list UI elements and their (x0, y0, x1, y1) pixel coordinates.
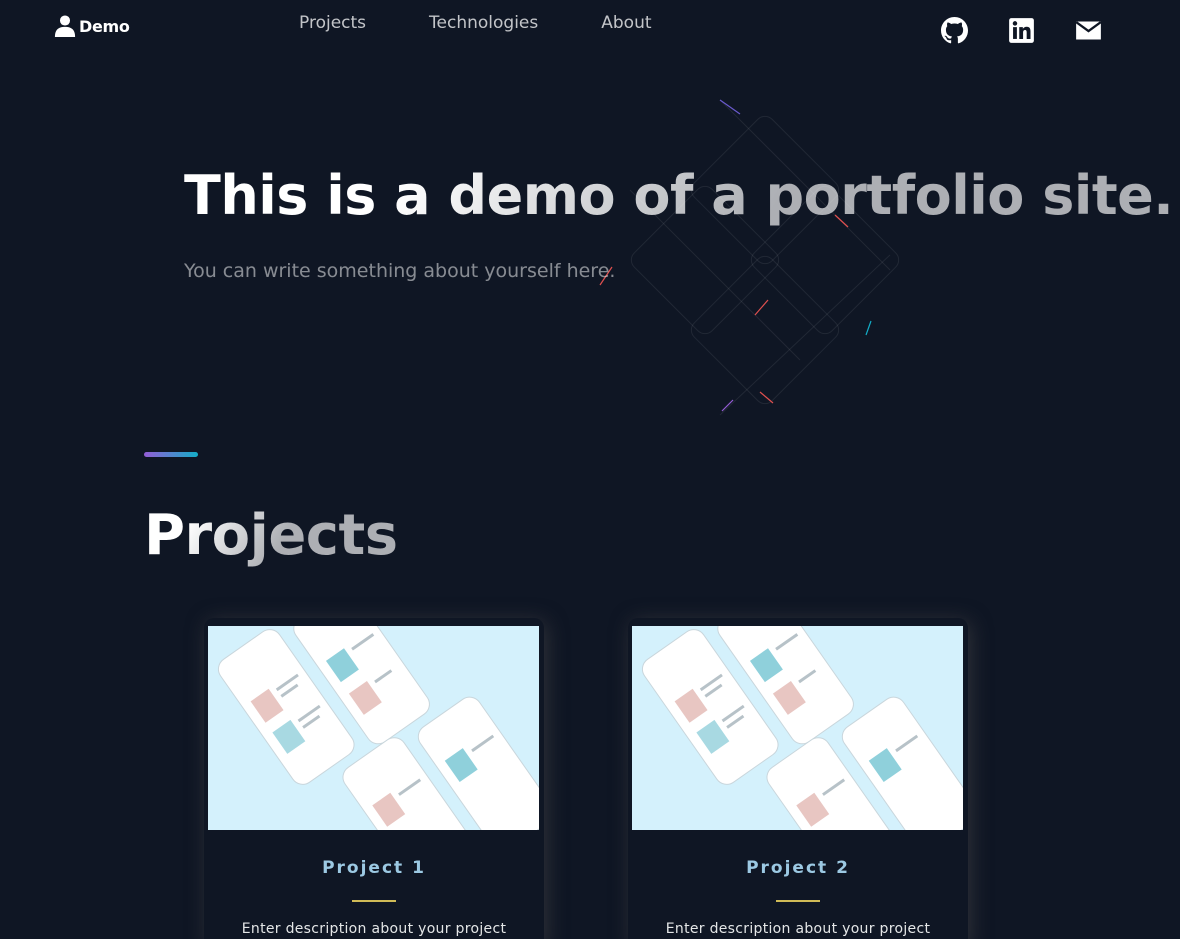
projects-heading: Projects (144, 500, 398, 572)
email-link[interactable] (1075, 17, 1102, 44)
brand-name: Demo (79, 16, 130, 36)
social-links (941, 17, 1102, 44)
nav-link-about[interactable]: About (601, 12, 651, 34)
github-icon (941, 17, 968, 44)
hero-subtitle: You can write something about yourself h… (184, 260, 616, 282)
main-nav: Projects Technologies About (299, 12, 652, 34)
email-icon (1075, 21, 1102, 40)
project-image (208, 626, 539, 830)
project-description: Enter description about your project (241, 921, 507, 937)
project-title: Project 1 (322, 858, 426, 878)
project-description: Enter description about your project (665, 921, 931, 937)
hero-title: This is a demo of a portfolio site. (184, 162, 1174, 230)
section-divider (144, 452, 198, 457)
linkedin-link[interactable] (1008, 17, 1035, 44)
linkedin-icon (1009, 18, 1034, 43)
project-card[interactable]: Project 2 Enter description about your p… (628, 618, 968, 939)
portfolio-page: Demo Projects Technologies About This is… (0, 0, 1180, 939)
brand-link[interactable]: Demo (54, 14, 130, 38)
nav-link-projects[interactable]: Projects (299, 12, 366, 34)
nav-link-technologies[interactable]: Technologies (429, 12, 538, 34)
project-title-rule (776, 900, 820, 902)
github-link[interactable] (941, 17, 968, 44)
project-card[interactable]: Project 1 Enter description about your p… (204, 618, 544, 939)
hero-background-pattern (599, 99, 900, 416)
project-image (632, 626, 963, 830)
person-icon (54, 15, 76, 37)
project-title-rule (352, 900, 396, 902)
project-title: Project 2 (746, 858, 850, 878)
